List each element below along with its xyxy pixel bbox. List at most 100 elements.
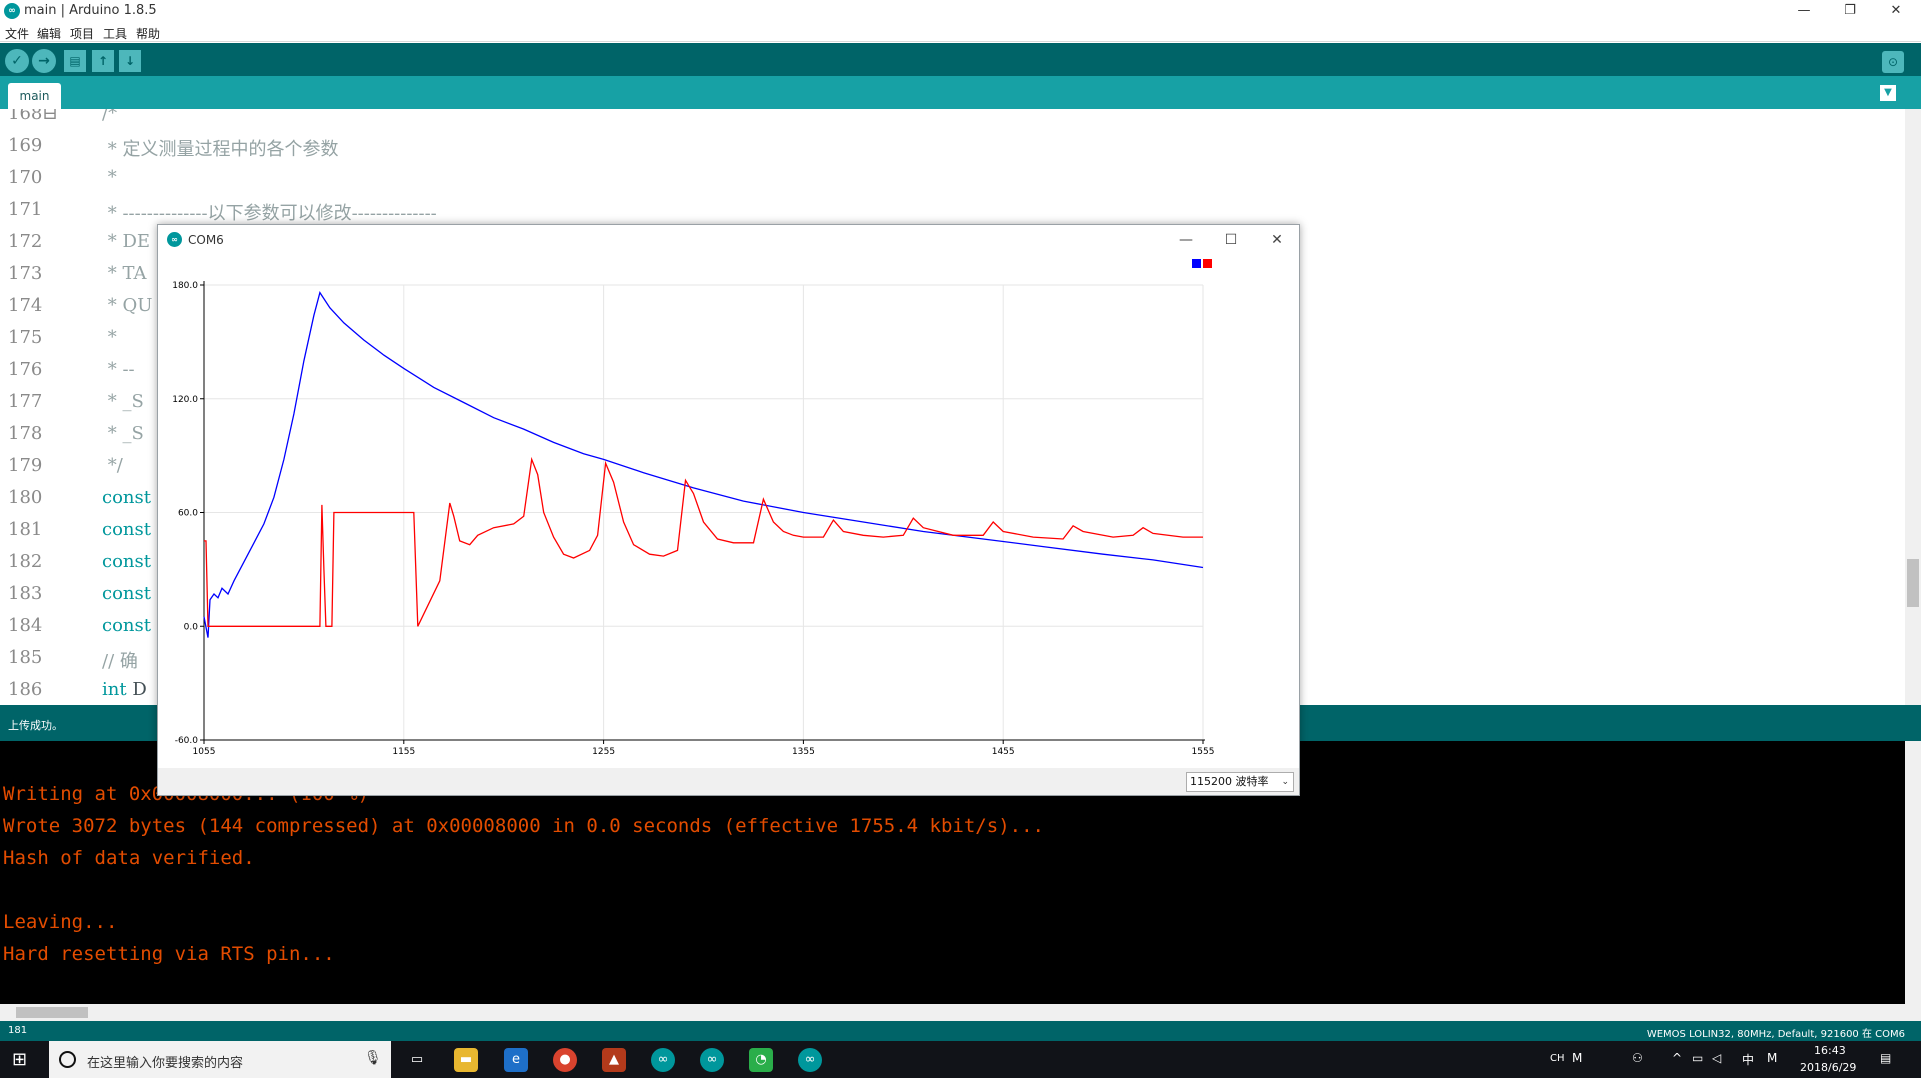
microphone-icon[interactable]: 🎙 (364, 1050, 382, 1066)
code-token: * TA (102, 263, 147, 284)
arduino-taskbar-icon-1[interactable]: ∞ (651, 1048, 675, 1072)
code-token: /* (102, 109, 118, 124)
console-scrollbar[interactable] (1905, 741, 1921, 1004)
line-number-gutter: 175 (8, 327, 43, 348)
clock-date[interactable]: 2018/6/29 (1800, 1061, 1856, 1074)
minimize-button[interactable]: — (1781, 0, 1827, 22)
code-token: * QU (102, 295, 153, 316)
code-line: * (102, 167, 117, 188)
code-token: * --------------以下参数可以修改-------------- (102, 203, 437, 224)
x-tick-label: 1455 (992, 747, 1015, 757)
ime-indicator[interactable]: CH (1550, 1053, 1565, 1064)
taskbar-search-box[interactable]: 在这里输入你要搜索的内容 🎙 (49, 1041, 391, 1078)
tab-main[interactable]: main (8, 83, 61, 109)
menu-edit[interactable]: 编辑 (37, 25, 61, 42)
file-explorer-icon[interactable]: ▬ (454, 1048, 478, 1072)
arduino-taskbar-icon-2[interactable]: ∞ (700, 1048, 724, 1072)
line-number: 181 (8, 1025, 28, 1036)
ime-mode-icon[interactable]: M (1572, 1051, 1582, 1065)
arduino-taskbar-icon-3[interactable]: ∞ (798, 1048, 822, 1072)
bottom-status-bar: 181 WEMOS LOLIN32, 80MHz, Default, 92160… (0, 1021, 1921, 1041)
show-hidden-icons[interactable]: ^ (1672, 1051, 1682, 1065)
save-sketch-button[interactable]: ↓ (119, 50, 141, 72)
taskbar: ⊞ 在这里输入你要搜索的内容 🎙 ▭ ▬ e ● ▲ ∞ ∞ ◔ ∞ CH M … (0, 1041, 1921, 1078)
arduino-logo-icon: ∞ (167, 232, 182, 247)
menu-tools[interactable]: 工具 (103, 25, 127, 42)
menu-help[interactable]: 帮助 (136, 25, 160, 42)
plotter-minimize-button[interactable]: — (1168, 229, 1204, 251)
code-line: const (102, 551, 151, 572)
plot-area: 1055 1155 1255 1355 1455 1555 180.0 120.0 60.0 0.… (158, 255, 1299, 768)
search-placeholder: 在这里输入你要搜索的内容 (87, 1056, 244, 1071)
menu-bar: 文件 编辑 项目 工具 帮助 (0, 22, 1921, 42)
editor-scroll-thumb[interactable] (1907, 559, 1919, 607)
chevron-down-icon: ⌄ (1281, 777, 1289, 787)
task-view-icon[interactable]: ▭ (405, 1048, 429, 1072)
plotter-close-button[interactable]: ✕ (1259, 229, 1295, 251)
edge-browser-icon[interactable]: e (504, 1048, 528, 1072)
volume-icon[interactable]: ◁ (1712, 1051, 1721, 1065)
verify-button[interactable]: ✓ (5, 49, 29, 73)
line-number-gutter: 179 (8, 455, 43, 476)
line-number-gutter: 183 (8, 583, 43, 604)
code-token: const (102, 583, 151, 604)
people-icon[interactable]: ⚇ (1632, 1051, 1643, 1065)
code-line: * _S (102, 423, 144, 444)
baud-rate-select[interactable]: 115200 波特率 ⌄ (1186, 772, 1294, 792)
line-number-gutter: 168⊟ (8, 109, 58, 124)
open-sketch-button[interactable]: ↑ (92, 50, 114, 72)
upload-button[interactable]: → (32, 49, 56, 73)
horizontal-scrollbar[interactable] (0, 1004, 1921, 1021)
restore-button[interactable]: ❐ (1827, 0, 1873, 22)
arduino-logo-icon: ∞ (4, 3, 20, 19)
action-center-icon[interactable]: ▤ (1880, 1051, 1891, 1065)
code-token: const (102, 519, 151, 540)
window-title: main | Arduino 1.8.5 (24, 3, 157, 18)
chrome-icon[interactable]: ● (553, 1048, 577, 1072)
code-token: * DE (102, 231, 151, 252)
plotter-bottom-bar: 115200 波特率 ⌄ (158, 768, 1299, 795)
code-token: // 确 (102, 651, 138, 672)
menu-sketch[interactable]: 项目 (70, 25, 94, 42)
code-line: * -- (102, 359, 135, 380)
serial-monitor-button[interactable]: ⊙ (1882, 51, 1904, 73)
menu-file[interactable]: 文件 (5, 25, 29, 42)
code-line: const (102, 487, 151, 508)
ime-chinese-icon[interactable]: 中 (1742, 1051, 1754, 1068)
code-line: const (102, 519, 151, 540)
horizontal-scroll-thumb[interactable] (16, 1007, 88, 1018)
line-number-gutter: 172 (8, 231, 43, 252)
editor-scrollbar[interactable] (1905, 109, 1921, 705)
series-line-1 (203, 291, 1204, 638)
code-token: const (102, 551, 151, 572)
code-line: // 确 (102, 647, 138, 673)
clock-time[interactable]: 16:43 (1814, 1044, 1846, 1057)
line-number-gutter: 182 (8, 551, 43, 572)
line-number-gutter: 173 (8, 263, 43, 284)
ime-m-icon[interactable]: M (1767, 1051, 1777, 1065)
line-number-gutter: 185 (8, 647, 43, 668)
x-tick-label: 1155 (392, 747, 415, 757)
wechat-icon[interactable]: ◔ (749, 1048, 773, 1072)
code-token: */ (102, 455, 123, 476)
tab-menu-button[interactable]: ▼ (1880, 85, 1896, 101)
plotter-title: COM6 (188, 233, 224, 247)
code-token: * _S (102, 391, 144, 412)
line-number-gutter: 181 (8, 519, 43, 540)
y-tick-label: 180.0 (172, 281, 198, 291)
code-line: * (102, 327, 117, 348)
line-number-gutter: 170 (8, 167, 43, 188)
x-tick-label: 1355 (792, 747, 815, 757)
code-token: * (102, 327, 117, 348)
windows-start-icon[interactable]: ⊞ (12, 1050, 32, 1070)
close-button[interactable]: ✕ (1873, 0, 1919, 22)
network-icon[interactable]: ▭ (1692, 1051, 1703, 1065)
code-token: * _S (102, 423, 144, 444)
code-line: * 定义测量过程中的各个参数 (102, 135, 339, 161)
matlab-icon[interactable]: ▲ (602, 1048, 626, 1072)
line-number-gutter: 174 (8, 295, 43, 316)
plotter-maximize-button[interactable]: ☐ (1213, 229, 1249, 251)
serial-plotter-window: ∞ COM6 — ☐ ✕ 1055 1155 1255 1355 1455 1555 180… (157, 224, 1300, 796)
new-sketch-button[interactable]: ▤ (64, 50, 86, 72)
x-tick-label: 1555 (1192, 747, 1215, 757)
